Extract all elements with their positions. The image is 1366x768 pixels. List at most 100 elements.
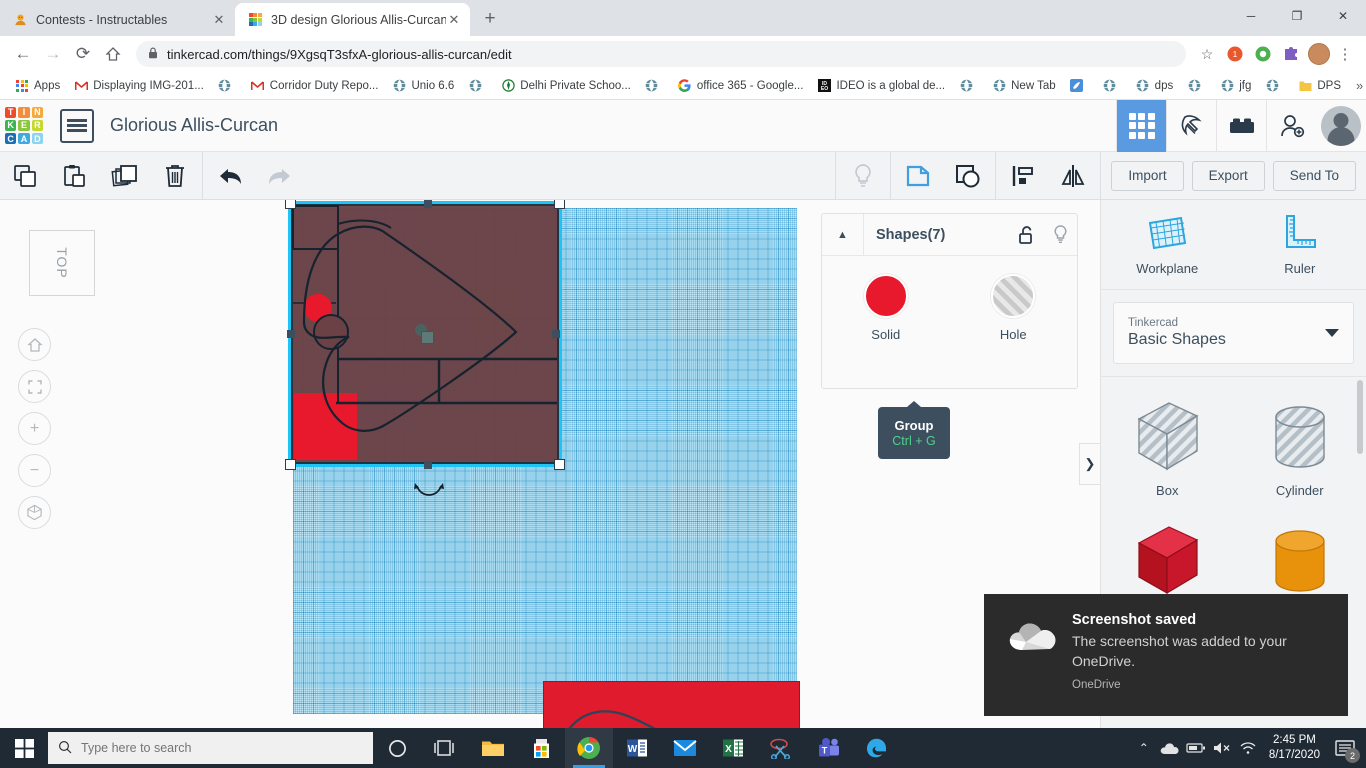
battery-icon[interactable]: [1183, 728, 1209, 768]
windows-start-icon[interactable]: [0, 728, 48, 768]
microsoft-store-icon[interactable]: [517, 728, 565, 768]
resize-handle-right[interactable]: [552, 330, 560, 338]
export-button[interactable]: Export: [1191, 160, 1265, 191]
resize-handle-bl[interactable]: [285, 459, 296, 470]
ungroup-button[interactable]: [943, 152, 993, 200]
chevron-up-icon[interactable]: ▲: [822, 213, 864, 256]
zoom-in-button[interactable]: +: [18, 412, 51, 445]
search-input[interactable]: [81, 741, 363, 755]
tinkercad-logo[interactable]: TIN KER CAD: [2, 104, 46, 148]
bookmark-item[interactable]: [461, 75, 494, 97]
profile-avatar[interactable]: [1306, 41, 1332, 67]
microsoft-edge-icon[interactable]: [853, 728, 901, 768]
bookmark-item[interactable]: [1180, 75, 1213, 97]
bookmark-item[interactable]: New Tab: [985, 75, 1063, 97]
home-button[interactable]: [98, 39, 128, 69]
fit-view-button[interactable]: [18, 370, 51, 403]
bookmark-item[interactable]: [1258, 75, 1291, 97]
minecraft-pickaxe-icon[interactable]: [1166, 99, 1216, 152]
bookmark-item[interactable]: ID EO IDEO is a global de...: [810, 75, 952, 97]
bookmark-item[interactable]: [952, 75, 985, 97]
ortho-perspective-button[interactable]: [18, 496, 51, 529]
sidebar-scrollbar-thumb[interactable]: [1357, 380, 1363, 454]
clock[interactable]: 2:45 PM 8/17/2020: [1261, 733, 1328, 763]
wifi-icon[interactable]: [1235, 728, 1261, 768]
minimize-button[interactable]: ─: [1228, 0, 1274, 32]
task-view-icon[interactable]: [421, 728, 469, 768]
action-center-button[interactable]: 2: [1328, 728, 1362, 768]
view-cube[interactable]: TOP: [29, 230, 95, 296]
heart-plate-shape[interactable]: [543, 681, 800, 728]
show-hidden-icons[interactable]: ⌃: [1131, 728, 1157, 768]
light-bulb-icon[interactable]: [1043, 214, 1077, 256]
delete-button[interactable]: [150, 152, 200, 200]
bookmark-item[interactable]: [638, 75, 671, 97]
duplicate-button[interactable]: [100, 152, 150, 200]
selected-group-shape[interactable]: [285, 200, 565, 470]
close-icon[interactable]: ✕: [211, 12, 227, 28]
microsoft-word-icon[interactable]: W: [613, 728, 661, 768]
align-button[interactable]: [998, 152, 1048, 200]
light-bulb-icon[interactable]: [838, 152, 888, 200]
volume-muted-icon[interactable]: [1209, 728, 1235, 768]
shape-item-box[interactable]: Box: [1101, 391, 1234, 515]
new-tab-button[interactable]: +: [476, 5, 504, 33]
bookmark-item[interactable]: Corridor Duty Repo...: [244, 75, 386, 97]
import-button[interactable]: Import: [1111, 160, 1184, 191]
forward-button[interactable]: →: [38, 39, 68, 69]
bookmark-item[interactable]: Displaying IMG-201...: [67, 75, 211, 97]
group-button[interactable]: [893, 152, 943, 200]
bookmark-item[interactable]: [1096, 75, 1129, 97]
bookmark-item[interactable]: jfg: [1213, 75, 1258, 97]
resize-handle-bottom[interactable]: [424, 461, 432, 469]
notification-toast[interactable]: Screenshot saved The screenshot was adde…: [984, 594, 1348, 716]
resize-handle-top[interactable]: [424, 200, 432, 208]
maximize-button[interactable]: ❐: [1274, 0, 1320, 32]
chevron-down-icon[interactable]: [1325, 329, 1339, 337]
microsoft-excel-icon[interactable]: X: [709, 728, 757, 768]
bookmark-item[interactable]: dps: [1129, 75, 1181, 97]
bookmark-item[interactable]: [1063, 75, 1096, 97]
browser-tab-tinkercad[interactable]: 3D design Glorious Allis-Curcan | ✕: [235, 3, 470, 36]
solid-swatch-button[interactable]: Solid: [822, 274, 950, 342]
shape-library-select[interactable]: Tinkercad Basic Shapes: [1113, 302, 1354, 364]
bookmark-star-icon[interactable]: ☆: [1194, 41, 1220, 67]
mirror-button[interactable]: [1048, 152, 1098, 200]
zoom-out-button[interactable]: −: [18, 454, 51, 487]
ruler-tool[interactable]: Ruler: [1234, 200, 1366, 289]
close-window-button[interactable]: ✕: [1320, 0, 1366, 32]
extension-icon-green[interactable]: [1250, 41, 1276, 67]
extension-icon-puzzle[interactable]: [1278, 41, 1304, 67]
chrome-menu-icon[interactable]: ⋮: [1332, 41, 1358, 67]
invite-person-icon[interactable]: [1266, 99, 1316, 152]
bookmark-item[interactable]: office 365 - Google...: [671, 75, 811, 97]
cortana-icon[interactable]: [373, 728, 421, 768]
send-to-button[interactable]: Send To: [1272, 160, 1356, 191]
user-avatar[interactable]: [1316, 100, 1366, 152]
bookmark-item[interactable]: Delhi Private Schoo...: [494, 75, 638, 97]
resize-handle-br[interactable]: [554, 459, 565, 470]
workplane-tool[interactable]: Workplane: [1101, 200, 1234, 289]
resize-handle-tl[interactable]: [285, 200, 296, 209]
shape-item-cylinder[interactable]: Cylinder: [1234, 391, 1366, 515]
bookmark-item[interactable]: [211, 75, 244, 97]
close-icon[interactable]: ✕: [446, 12, 462, 28]
hole-color-swatch[interactable]: [991, 274, 1036, 318]
home-view-button[interactable]: [18, 328, 51, 361]
bookmarks-overflow-button[interactable]: »: [1348, 78, 1366, 93]
grid-view-icon[interactable]: [1116, 99, 1166, 152]
mail-icon[interactable]: [661, 728, 709, 768]
bookmark-item[interactable]: Apps: [8, 75, 67, 97]
reload-button[interactable]: ⟳: [68, 39, 98, 69]
address-bar[interactable]: tinkercad.com/things/9XgsqT3sfxA-gloriou…: [136, 41, 1186, 67]
hole-swatch-button[interactable]: Hole: [950, 274, 1078, 342]
taskbar-search-box[interactable]: [48, 732, 373, 764]
browser-tab-contests[interactable]: Contests - Instructables ✕: [0, 3, 235, 36]
google-chrome-icon[interactable]: [565, 728, 613, 768]
sidebar-collapse-toggle[interactable]: ❯: [1079, 443, 1100, 485]
project-list-button[interactable]: [60, 108, 94, 143]
lego-brick-icon[interactable]: [1216, 99, 1266, 152]
microsoft-teams-icon[interactable]: T: [805, 728, 853, 768]
back-button[interactable]: ←: [8, 39, 38, 69]
rotate-handle-icon[interactable]: [414, 482, 444, 502]
